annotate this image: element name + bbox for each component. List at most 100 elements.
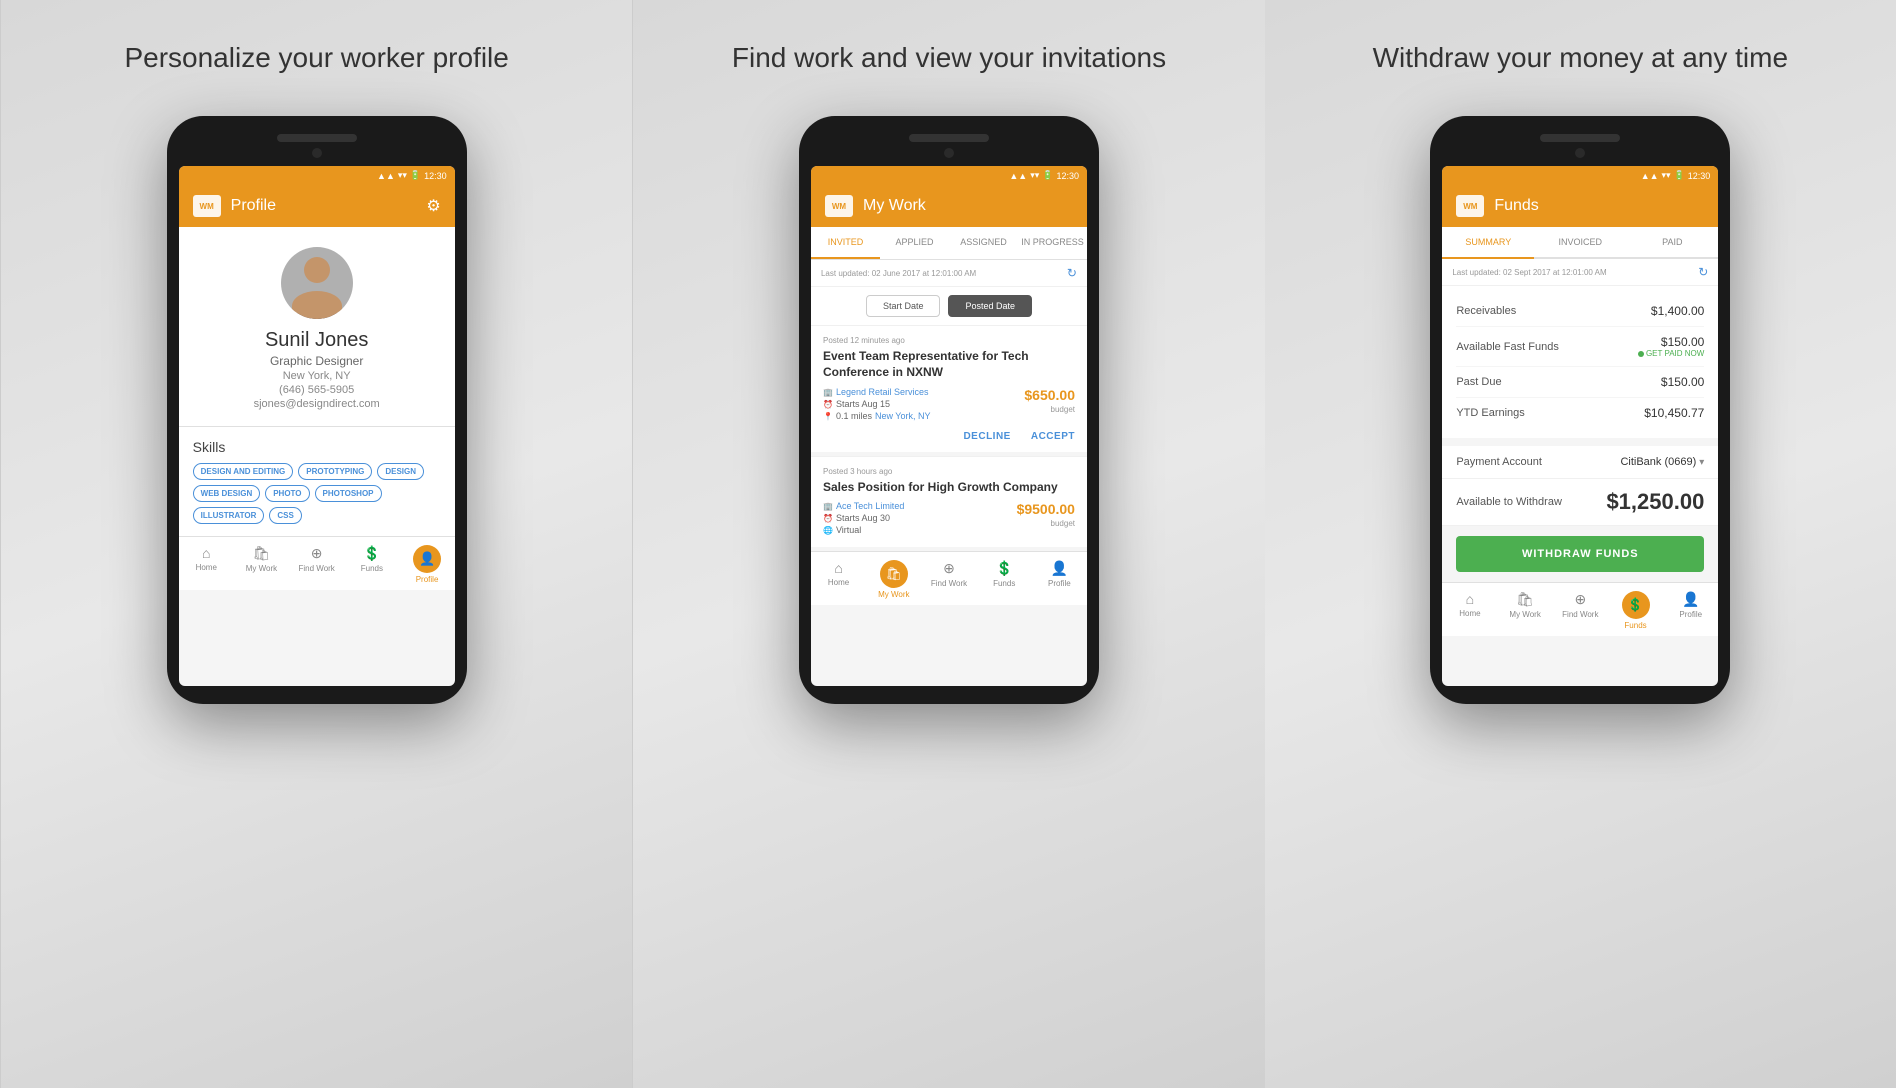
phone-camera-3 — [1575, 148, 1585, 158]
nav-profile-label-1: Profile — [416, 575, 439, 584]
findwork-icon-3: ⊕ — [1574, 591, 1586, 608]
app-header-1: WM Profile ⚙ — [179, 185, 455, 227]
nav-home-2[interactable]: ⌂ Home — [811, 552, 866, 605]
starts-2: Starts Aug 30 — [836, 513, 890, 523]
profile-role: Graphic Designer — [195, 354, 439, 368]
tab-assigned[interactable]: ASSIGNED — [949, 227, 1018, 259]
nav-findwork-label-2: Find Work — [931, 579, 967, 588]
nav-funds-label-3: Funds — [1624, 621, 1646, 630]
panel-1-title: Personalize your worker profile — [124, 40, 508, 76]
tab-invited[interactable]: INVITED — [811, 227, 880, 259]
job-title-1: Event Team Representative for Tech Confe… — [823, 349, 1075, 380]
funds-tabs: SUMMARY INVOICED PAID — [1442, 227, 1718, 259]
payment-account-value[interactable]: CitiBank (0669) ▾ — [1620, 456, 1704, 468]
job-actions-1: DECLINE ACCEPT — [823, 423, 1075, 442]
bottom-nav-3: ⌂ Home 🛍 My Work ⊕ Find Work 💲 Funds 👤 — [1442, 582, 1718, 636]
time-2: 12:30 — [1056, 171, 1079, 181]
clock-icon-1 — [823, 399, 833, 409]
bottom-nav-2: ⌂ Home 🛍 My Work ⊕ Find Work 💲 Funds 👤 — [811, 551, 1087, 605]
skill-tag: WEB DESIGN — [193, 485, 261, 502]
nav-profile-1[interactable]: 👤 Profile — [399, 537, 454, 590]
nav-mywork-label-3: My Work — [1509, 610, 1540, 619]
profile-icon-active: 👤 — [413, 545, 441, 573]
sort-startdate[interactable]: Start Date — [866, 295, 941, 317]
profile-icon-3: 👤 — [1682, 591, 1699, 608]
price-amount-1: $650.00 — [1024, 387, 1075, 403]
findwork-icon-1: ⊕ — [311, 545, 323, 562]
bottom-nav-1: ⌂ Home 🛍 My Work ⊕ Find Work 💲 Funds 👤 — [179, 536, 455, 590]
tab-paid[interactable]: PAID — [1626, 227, 1718, 257]
phone-1: ▲▲ ▾▾ 🔋 12:30 WM Profile ⚙ Sunil — [167, 116, 467, 704]
nav-findwork-2[interactable]: ⊕ Find Work — [921, 552, 976, 605]
nav-mywork-label-1: My Work — [246, 564, 277, 573]
nav-findwork-label-1: Find Work — [299, 564, 335, 573]
app-header-3: WM Funds — [1442, 185, 1718, 227]
price-label-1: budget — [1024, 405, 1075, 414]
profile-phone: (646) 565-5905 — [195, 384, 439, 396]
funds-icon-1: 💲 — [363, 545, 380, 562]
skill-tag: DESIGN AND EDITING — [193, 463, 294, 480]
last-updated-2: Last updated: 02 June 2017 at 12:01:00 A… — [821, 269, 976, 278]
nav-funds-label-2: Funds — [993, 579, 1015, 588]
payment-account-text: CitiBank (0669) — [1620, 456, 1696, 468]
nav-funds-1[interactable]: 💲 Funds — [344, 537, 399, 590]
status-icons-1: ▲▲ ▾▾ 🔋 12:30 — [377, 170, 447, 181]
accept-btn[interactable]: ACCEPT — [1031, 431, 1075, 442]
decline-btn[interactable]: DECLINE — [963, 431, 1010, 442]
status-icons-2: ▲▲ ▾▾ 🔋 12:30 — [1009, 170, 1079, 181]
job-meta-2: Ace Tech Limited Starts Aug 30 Virtual $… — [823, 501, 1075, 537]
nav-mywork-3[interactable]: 🛍 My Work — [1498, 583, 1553, 636]
tab-inprogress[interactable]: IN PROGRESS — [1018, 227, 1087, 259]
tab-applied[interactable]: APPLIED — [880, 227, 949, 259]
withdraw-button[interactable]: WITHDRAW FUNDS — [1456, 536, 1704, 572]
distance-1: 0.1 miles — [836, 411, 872, 421]
job-starts-2: Starts Aug 30 — [823, 513, 904, 523]
nav-funds-3[interactable]: 💲 Funds — [1608, 583, 1663, 636]
building-icon-1 — [823, 387, 833, 397]
tab-invoiced[interactable]: INVOICED — [1534, 227, 1626, 257]
job-card-1: Posted 12 minutes ago Event Team Represe… — [811, 325, 1087, 451]
phone-camera-2 — [944, 148, 954, 158]
time-1: 12:30 — [424, 171, 447, 181]
skill-tag: PHOTO — [265, 485, 309, 502]
home-icon-1: ⌂ — [202, 545, 210, 561]
nav-funds-label-1: Funds — [361, 564, 383, 573]
profile-location: New York, NY — [195, 370, 439, 382]
clock-icon-2 — [823, 513, 833, 523]
phone-camera-1 — [312, 148, 322, 158]
nav-findwork-1[interactable]: ⊕ Find Work — [289, 537, 344, 590]
nav-findwork-3[interactable]: ⊕ Find Work — [1553, 583, 1608, 636]
green-dot — [1638, 351, 1644, 357]
work-tabs: INVITED APPLIED ASSIGNED IN PROGRESS — [811, 227, 1087, 260]
tab-summary[interactable]: SUMMARY — [1442, 227, 1534, 259]
company-name-1: Legend Retail Services — [836, 387, 929, 397]
fastfunds-value: $150.00 — [1638, 335, 1704, 349]
sort-posteddate[interactable]: Posted Date — [948, 295, 1032, 317]
refresh-icon-2[interactable]: ↻ — [1067, 266, 1077, 280]
refresh-icon-3[interactable]: ↻ — [1698, 265, 1708, 279]
nav-funds-2[interactable]: 💲 Funds — [977, 552, 1032, 605]
globe-icon-2 — [823, 525, 833, 535]
nav-profile-3[interactable]: 👤 Profile — [1663, 583, 1718, 636]
profile-email: sjones@designdirect.com — [195, 398, 439, 410]
price-label-2: budget — [1017, 519, 1075, 528]
receivables-row: Receivables $1,400.00 — [1456, 296, 1704, 327]
battery-icon-2: 🔋 — [1042, 170, 1053, 181]
profile-name: Sunil Jones — [195, 329, 439, 352]
avatar-head — [304, 257, 330, 283]
job-card-2: Posted 3 hours ago Sales Position for Hi… — [811, 456, 1087, 548]
job-details-1: Legend Retail Services Starts Aug 15 0.1… — [823, 387, 931, 423]
get-paid-badge[interactable]: GET PAID NOW — [1638, 349, 1704, 358]
nav-home-3[interactable]: ⌂ Home — [1442, 583, 1497, 636]
nav-profile-2[interactable]: 👤 Profile — [1032, 552, 1087, 605]
header-title-1: Profile — [231, 197, 427, 215]
wm-logo-1: WM — [193, 195, 221, 217]
signal-icon-1: ▲▲ — [377, 171, 395, 181]
nav-mywork-1[interactable]: 🛍 My Work — [234, 537, 289, 590]
nav-home-1[interactable]: ⌂ Home — [179, 537, 234, 590]
job-details-2: Ace Tech Limited Starts Aug 30 Virtual — [823, 501, 904, 537]
profile-panel: Personalize your worker profile ▲▲ ▾▾ 🔋 … — [0, 0, 633, 1088]
wifi-icon-1: ▾▾ — [398, 170, 407, 181]
settings-icon[interactable]: ⚙ — [426, 196, 440, 216]
nav-mywork-2[interactable]: 🛍 My Work — [866, 552, 921, 605]
